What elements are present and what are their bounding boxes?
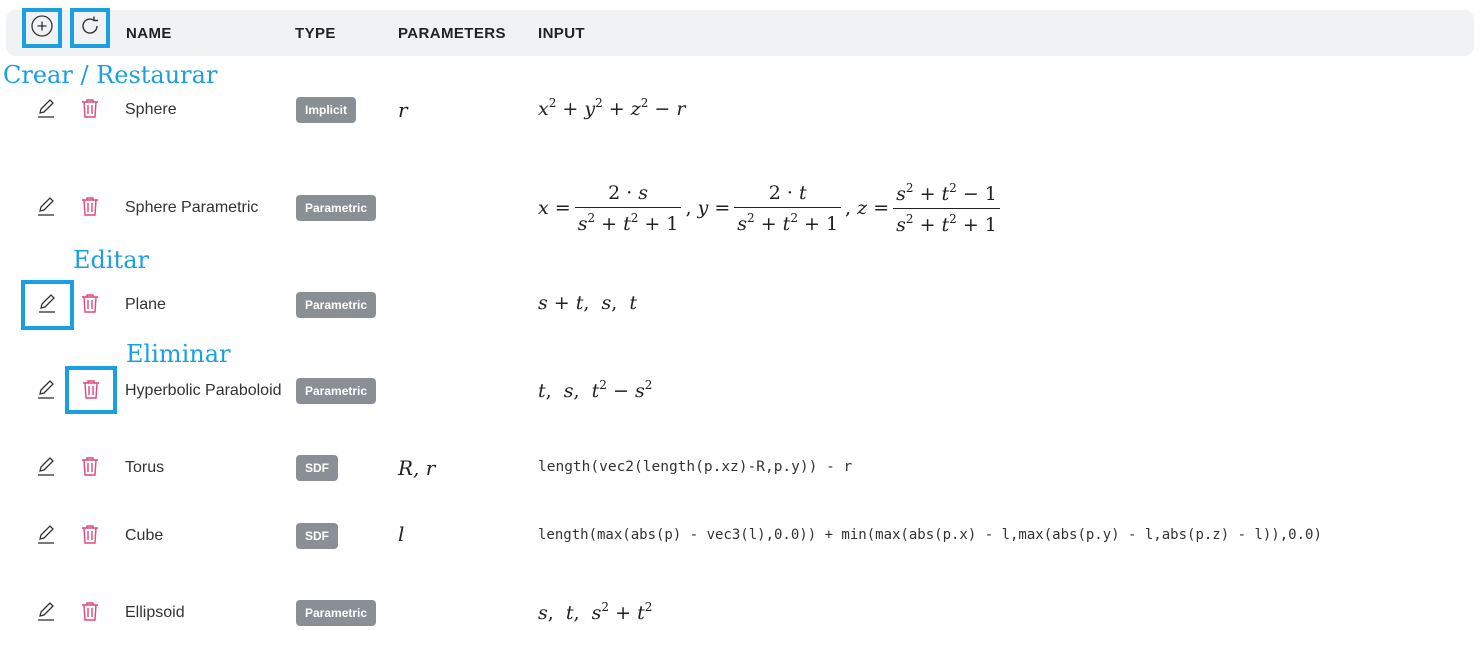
trash-icon — [80, 523, 100, 550]
trash-icon — [80, 600, 100, 627]
plus-circle-icon — [30, 14, 54, 43]
edit-button[interactable] — [32, 377, 60, 405]
annotation-edit: Editar — [73, 246, 149, 274]
add-button[interactable] — [22, 8, 62, 48]
edit-button[interactable] — [32, 96, 60, 124]
pencil-icon — [35, 600, 57, 627]
refresh-icon — [78, 14, 102, 43]
type-badge: Parametric — [296, 292, 377, 318]
delete-button[interactable] — [76, 599, 104, 627]
column-parameters: PARAMETERS — [398, 25, 506, 42]
row-name: Ellipsoid — [125, 604, 185, 621]
edit-button[interactable] — [32, 454, 60, 482]
pencil-icon — [36, 292, 58, 319]
annotation-delete: Eliminar — [126, 340, 231, 368]
type-badge: Parametric — [296, 600, 377, 626]
pencil-icon — [35, 378, 57, 405]
row-name: Sphere — [125, 101, 177, 118]
type-badge: SDF — [296, 455, 338, 481]
trash-icon — [80, 195, 100, 222]
trash-icon — [81, 378, 101, 405]
row-input: s + t, s, t — [538, 292, 638, 314]
pencil-icon — [35, 195, 57, 222]
row-input: t, s, t2 − s2 — [538, 378, 653, 402]
type-badge: Parametric — [296, 195, 377, 221]
column-type: TYPE — [295, 25, 336, 42]
delete-button[interactable] — [76, 291, 104, 319]
trash-icon — [80, 97, 100, 124]
column-input: INPUT — [538, 25, 585, 42]
type-badge: Implicit — [296, 97, 357, 123]
row-name: Torus — [125, 459, 165, 476]
type-badge: Parametric — [296, 378, 377, 404]
type-badge: SDF — [296, 523, 338, 549]
row-input: x2 + y2 + z2 − r — [538, 96, 686, 120]
delete-button[interactable] — [76, 194, 104, 222]
trash-icon — [80, 292, 100, 319]
row-input: s, t, s2 + t2 — [538, 600, 653, 624]
row-input: length(max(abs(p) - vec3(l),0.0)) + min(… — [538, 527, 1322, 543]
edit-button[interactable] — [32, 522, 60, 550]
delete-button[interactable] — [77, 377, 105, 405]
column-name: NAME — [126, 25, 172, 42]
row-name: Sphere Parametric — [125, 199, 259, 216]
trash-icon — [80, 455, 100, 482]
annotation-create-restore: Crear / Restaurar — [3, 61, 218, 89]
edit-button[interactable] — [32, 194, 60, 222]
edit-button[interactable] — [33, 291, 61, 319]
delete-button[interactable] — [76, 522, 104, 550]
row-input: length(vec2(length(p.xz)-R,p.y)) - r — [538, 459, 853, 475]
pencil-icon — [35, 523, 57, 550]
row-name: Hyperbolic Paraboloid — [125, 382, 282, 399]
row-name: Cube — [125, 527, 164, 544]
delete-button[interactable] — [76, 454, 104, 482]
pencil-icon — [35, 455, 57, 482]
row-input: x = 2 · s s2 + t2 + 1, y = 2 · t s2 + t2 + 1… — [538, 179, 1004, 237]
delete-button[interactable] — [76, 96, 104, 124]
row-name: Plane — [125, 296, 166, 313]
row-parameters: l — [398, 522, 405, 546]
edit-button[interactable] — [32, 599, 60, 627]
restore-button[interactable] — [70, 8, 110, 48]
pencil-icon — [35, 97, 57, 124]
row-parameters: r — [398, 98, 408, 122]
table-header — [6, 10, 1474, 56]
row-parameters: R, r — [398, 456, 436, 480]
